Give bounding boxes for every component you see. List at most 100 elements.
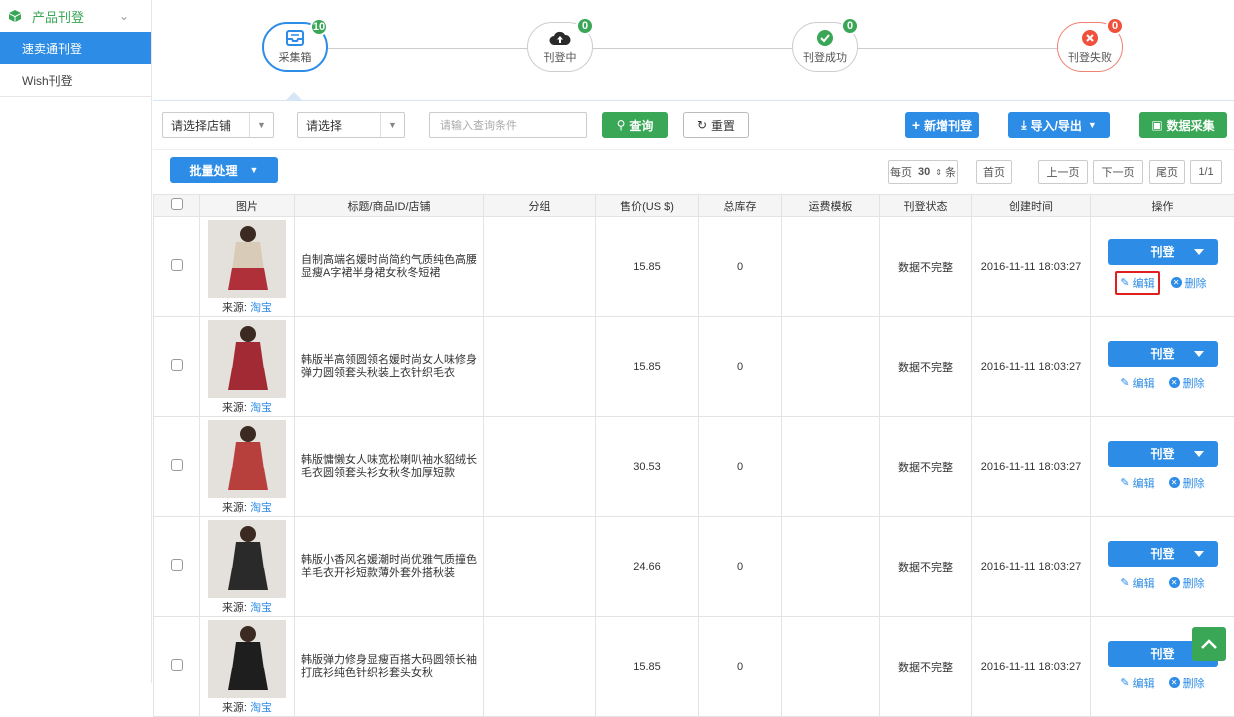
sidebar-item-wish[interactable]: Wish刊登 xyxy=(0,64,151,96)
filter-bar: 请选择店铺 ▼ 请选择 ▼ 请输入查询条件 ⚲ 查询 ↻ 重置 + 新增刊登 ⤓… xyxy=(153,100,1234,150)
source-link[interactable]: 淘宝 xyxy=(250,502,272,514)
step-failed[interactable]: 刊登失败 0 xyxy=(1057,22,1123,72)
source-label: 来源: 淘宝 xyxy=(200,299,294,315)
add-publish-button[interactable]: + 新增刊登 xyxy=(905,112,979,138)
row-checkbox[interactable] xyxy=(171,659,183,671)
sidebar-header-label: 产品刊登 xyxy=(32,7,84,26)
edit-label: 编辑 xyxy=(1133,375,1155,391)
prev-page-button[interactable]: 上一页 xyxy=(1038,160,1088,184)
data-collect-button[interactable]: ▣ 数据采集 xyxy=(1139,112,1227,138)
pencil-icon: ✎ xyxy=(1120,276,1129,289)
row-select-cell[interactable] xyxy=(154,417,200,517)
delete-link[interactable]: ✕删除 xyxy=(1168,273,1210,293)
publish-button[interactable]: 刊登 xyxy=(1108,239,1218,265)
created-time-cell: 2016-11-11 18:03:27 xyxy=(972,217,1091,317)
row-select-cell[interactable] xyxy=(154,517,200,617)
row-checkbox[interactable] xyxy=(171,559,183,571)
product-thumbnail[interactable] xyxy=(208,620,286,698)
created-time-cell: 2016-11-11 18:03:27 xyxy=(972,617,1091,717)
row-select-cell[interactable] xyxy=(154,217,200,317)
source-link[interactable]: 淘宝 xyxy=(250,302,272,314)
step-connector xyxy=(858,48,1058,49)
delete-label: 删除 xyxy=(1183,475,1205,491)
status-steps: 采集箱 10 刊登中 0 刊登成功 0 刊登失败 0 xyxy=(153,0,1234,100)
header-price: 售价(US $) xyxy=(596,195,699,217)
source-label: 来源: 淘宝 xyxy=(200,599,294,615)
edit-link[interactable]: ✎编辑 xyxy=(1117,573,1157,593)
reset-button-label: 重置 xyxy=(711,117,735,134)
row-image-cell: 来源: 淘宝 xyxy=(200,517,295,617)
caret-down-icon[interactable] xyxy=(1194,351,1204,357)
store-select[interactable]: 请选择店铺 ▼ xyxy=(162,112,274,138)
delete-link[interactable]: ✕删除 xyxy=(1166,573,1208,593)
row-checkbox[interactable] xyxy=(171,459,183,471)
step-collection-box[interactable]: 采集箱 10 xyxy=(262,22,328,72)
publish-button[interactable]: 刊登 xyxy=(1108,541,1218,567)
group-cell xyxy=(484,517,596,617)
edit-link[interactable]: ✎编辑 xyxy=(1117,473,1157,493)
reset-button[interactable]: ↻ 重置 xyxy=(683,112,749,138)
count-badge: 0 xyxy=(576,17,594,35)
publish-button[interactable]: 刊登 xyxy=(1108,441,1218,467)
row-checkbox[interactable] xyxy=(171,259,183,271)
caret-down-icon[interactable] xyxy=(1194,249,1204,255)
product-thumbnail[interactable] xyxy=(208,520,286,598)
step-published[interactable]: 刊登成功 0 xyxy=(792,22,858,72)
chevron-up-icon xyxy=(1201,639,1217,649)
caret-down-icon[interactable] xyxy=(1194,551,1204,557)
last-page-button[interactable]: 尾页 xyxy=(1149,160,1185,184)
field-select[interactable]: 请选择 ▼ xyxy=(297,112,405,138)
chevron-down-icon[interactable]: ⌄ xyxy=(119,9,129,23)
batch-process-button[interactable]: 批量处理 ▼ xyxy=(170,157,278,183)
product-thumbnail[interactable] xyxy=(208,420,286,498)
row-select-cell[interactable] xyxy=(154,317,200,417)
stock-cell: 0 xyxy=(699,417,782,517)
x-circle-icon xyxy=(1079,29,1101,47)
source-link[interactable]: 淘宝 xyxy=(250,702,272,714)
per-page-select[interactable]: 每页 30 ⇕ 条 xyxy=(888,160,958,184)
batch-process-label: 批量处理 xyxy=(190,162,238,179)
product-thumbnail[interactable] xyxy=(208,320,286,398)
inbox-icon xyxy=(284,29,306,47)
edit-link[interactable]: ✎编辑 xyxy=(1115,271,1159,295)
source-link[interactable]: 淘宝 xyxy=(250,402,272,414)
sidebar-section-product-publish[interactable]: 产品刊登 ⌄ xyxy=(0,0,151,32)
edit-link[interactable]: ✎ 编辑 xyxy=(1117,373,1157,393)
download-icon: ⤓ xyxy=(1021,118,1026,133)
import-export-button[interactable]: ⤓ 导入/导出 ▼ xyxy=(1008,112,1110,138)
step-publishing[interactable]: 刊登中 0 xyxy=(527,22,593,72)
sidebar-item-label: 速卖通刊登 xyxy=(22,40,82,57)
caret-down-icon[interactable] xyxy=(1194,451,1204,457)
x-circle-icon: ✕ xyxy=(1169,577,1180,588)
delete-link[interactable]: ✕删除 xyxy=(1166,473,1208,493)
group-cell xyxy=(484,317,596,417)
created-time-cell: 2016-11-11 18:03:27 xyxy=(972,417,1091,517)
pencil-icon: ✎ xyxy=(1120,376,1129,389)
first-page-button[interactable]: 首页 xyxy=(976,160,1012,184)
status-cell: 数据不完整 xyxy=(880,617,972,717)
sidebar-item-aliexpress[interactable]: 速卖通刊登 xyxy=(0,32,151,64)
search-button[interactable]: ⚲ 查询 xyxy=(602,112,668,138)
query-input[interactable]: 请输入查询条件 xyxy=(429,112,587,138)
search-button-label: 查询 xyxy=(629,117,653,134)
publish-button[interactable]: 刊登 xyxy=(1108,341,1218,367)
row-image-cell: 来源: 淘宝 xyxy=(200,317,295,417)
sidebar: 产品刊登 ⌄ 速卖通刊登 Wish刊登 xyxy=(0,0,152,683)
row-select-cell[interactable] xyxy=(154,617,200,717)
next-page-button[interactable]: 下一页 xyxy=(1093,160,1143,184)
select-all-checkbox[interactable] xyxy=(171,198,183,210)
step-connector xyxy=(328,48,528,49)
scroll-to-top-button[interactable] xyxy=(1192,627,1226,661)
row-checkbox[interactable] xyxy=(171,359,183,371)
header-created-time: 创建时间 xyxy=(972,195,1091,217)
actions-cell: 刊登 ✎编辑 ✕删除 xyxy=(1091,417,1234,517)
header-select-all[interactable] xyxy=(154,195,200,217)
caret-down-icon: ▼ xyxy=(249,113,273,137)
row-action-links: ✎编辑 ✕删除 xyxy=(1091,271,1234,295)
source-link[interactable]: 淘宝 xyxy=(250,602,272,614)
delete-link[interactable]: ✕删除 xyxy=(1166,373,1208,393)
row-action-links: ✎编辑 ✕删除 xyxy=(1091,473,1234,493)
data-collect-label: 数据采集 xyxy=(1167,117,1215,134)
created-time-cell: 2016-11-11 18:03:27 xyxy=(972,317,1091,417)
product-thumbnail[interactable] xyxy=(208,220,286,298)
